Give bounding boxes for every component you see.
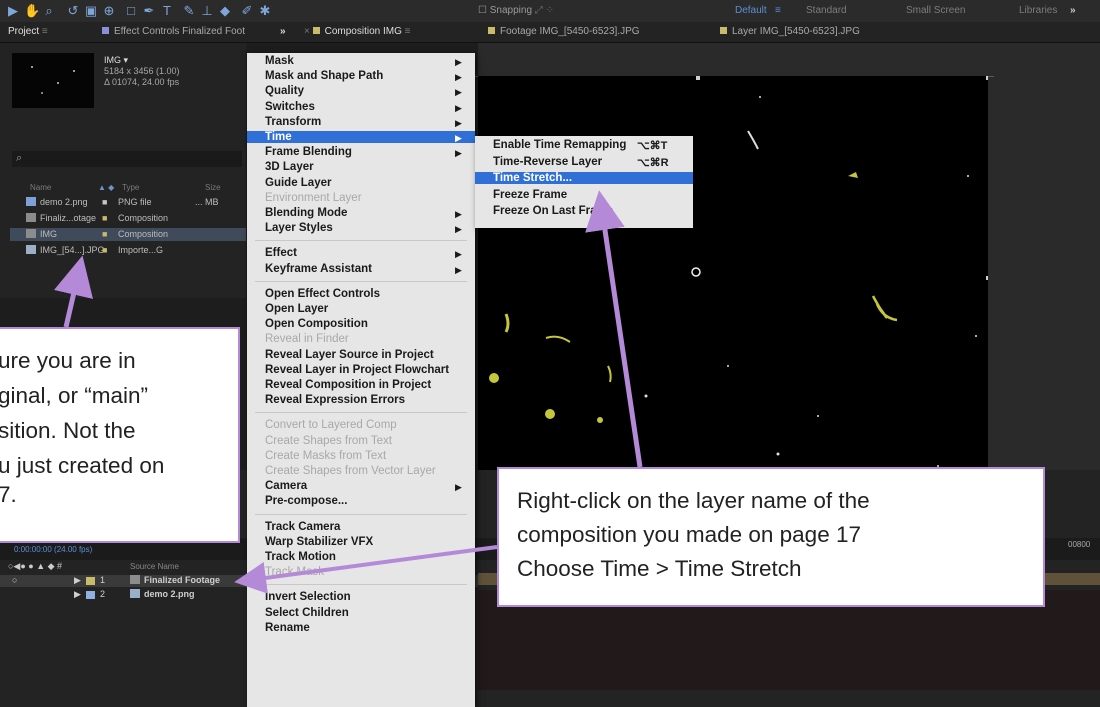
arrow-to-time-stretch — [585, 190, 643, 468]
annotation-arrows — [54, 190, 643, 594]
arrow-to-img-composition — [54, 255, 93, 328]
arrow-to-layer-name — [234, 545, 498, 594]
